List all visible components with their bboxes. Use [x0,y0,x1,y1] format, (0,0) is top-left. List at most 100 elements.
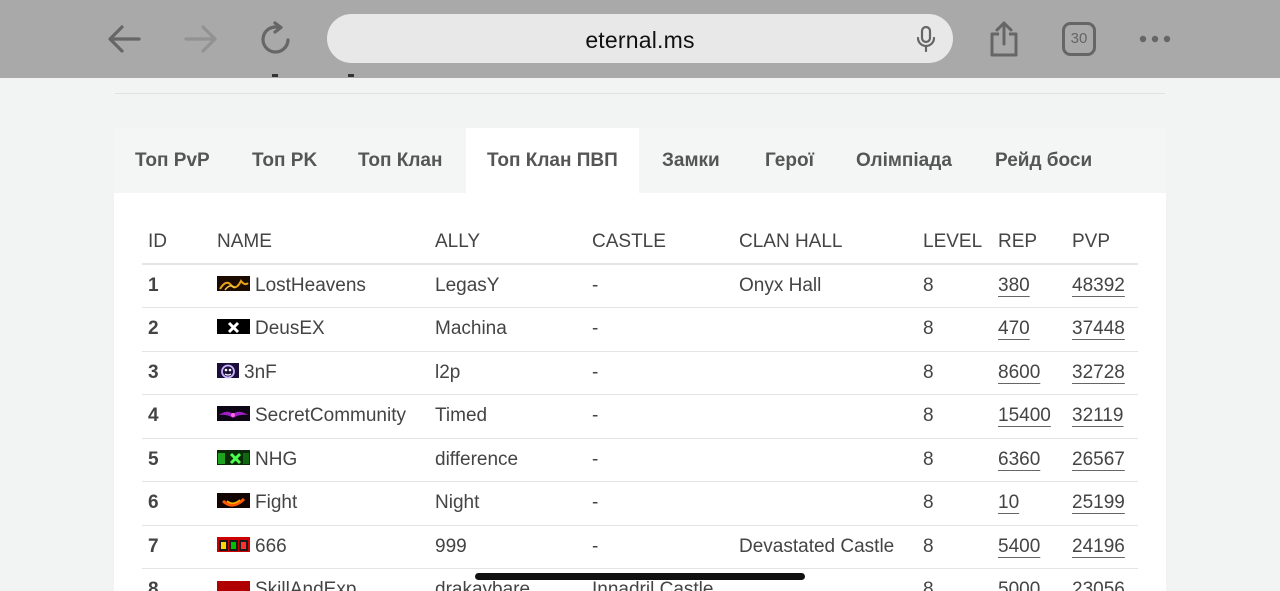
tab-castles[interactable]: Замки [662,128,720,193]
url-text: eternal.ms [585,27,695,53]
microphone-button[interactable] [915,25,937,58]
rep-link[interactable]: 10 [998,492,1019,513]
level-cell: 8 [917,394,992,439]
ally-cell: Night [429,481,586,526]
rep-cell: 8600 [992,351,1066,395]
level-cell: 8 [917,351,992,395]
rep-link[interactable]: 5000 [998,579,1040,591]
tab-heroes[interactable]: Герої [765,128,814,193]
table-row: 1 LostHeavens LegasY - Onyx Hall 8 380 4… [142,264,1138,308]
table-row: 7 666 999 - Devastated Castle 8 5400 241… [142,525,1138,569]
level-cell: 8 [917,525,992,569]
pvp-link[interactable]: 24196 [1072,536,1125,557]
level-cell: 8 [917,568,992,591]
pvp-cell: 32119 [1066,394,1138,439]
table-header-row: ID NAME ALLY CASTLE CLAN HALL LEVEL REP … [142,221,1138,265]
tab-raid-bosses[interactable]: Рейд боси [995,128,1092,193]
back-button[interactable] [103,18,145,60]
clan-name: 666 [255,535,287,557]
red-crest-icon [217,581,250,591]
row-id: 2 [142,307,211,352]
pvp-link[interactable]: 25199 [1072,492,1125,513]
table-row: 2 DeusEX Machina - 8 470 37448 [142,307,1138,352]
pvp-link[interactable]: 32728 [1072,362,1125,383]
ally-cell: Timed [429,394,586,439]
purple-wings-crest-icon [217,406,250,422]
clan-name: SkillAndExp [255,579,357,591]
pvp-cell: 48392 [1066,264,1138,308]
ally-cell: 999 [429,525,586,569]
green-x-crest-icon [217,449,250,465]
table-row: 6 Fight Night - 8 10 25199 [142,481,1138,526]
pvp-cell: 26567 [1066,438,1138,482]
ally-cell: l2p [429,351,586,395]
tab-top-pk[interactable]: Топ PK [252,128,317,193]
clan-hall-cell [733,351,917,395]
col-header-pvp: PVP [1066,221,1138,265]
row-id: 4 [142,394,211,439]
home-indicator [475,573,805,580]
clan-name-cell: 3nF [211,351,429,395]
castle-cell: - [586,394,733,439]
pvp-cell: 24196 [1066,525,1138,569]
pvp-cell: 25199 [1066,481,1138,526]
castle-cell: - [586,481,733,526]
clan-hall-cell: Onyx Hall [733,264,917,308]
tabs-button[interactable]: 30 [1058,18,1100,60]
rep-cell: 380 [992,264,1066,308]
rankings-panel: Топ PvP Топ PK Топ Клан Топ Клан ПВП Зам… [114,128,1166,591]
tab-top-pvp[interactable]: Топ PvP [135,128,210,193]
level-cell: 8 [917,264,992,308]
rep-cell: 6360 [992,438,1066,482]
clan-hall-cell [733,438,917,482]
row-id: 6 [142,481,211,526]
red-666-crest-icon [217,536,250,552]
clan-hall-cell: Devastated Castle [733,525,917,569]
row-id: 8 [142,568,211,591]
clan-hall-cell [733,307,917,352]
col-header-id: ID [142,221,211,265]
more-button[interactable] [1134,18,1176,60]
pvp-link[interactable]: 23056 [1072,579,1125,591]
level-cell: 8 [917,481,992,526]
rep-link[interactable]: 5400 [998,536,1040,557]
table-row: 3 3nF l2p - 8 8600 32728 [142,351,1138,395]
fire-eye-crest-icon [217,493,250,509]
castle-cell: - [586,351,733,395]
clan-pvp-table: ID NAME ALLY CASTLE CLAN HALL LEVEL REP … [142,221,1138,591]
clan-hall-cell [733,394,917,439]
cut-off-heading [348,74,354,77]
rep-link[interactable]: 6360 [998,449,1040,470]
gold-flame-crest-icon [217,276,250,291]
rep-link[interactable]: 15400 [998,405,1051,426]
pvp-cell: 32728 [1066,351,1138,395]
ally-cell: difference [429,438,586,482]
tab-top-clan-pvp[interactable]: Топ Клан ПВП [466,128,639,193]
reload-button[interactable] [255,18,297,60]
tab-top-clan[interactable]: Топ Клан [358,128,442,193]
cut-off-heading [272,74,278,77]
rep-link[interactable]: 470 [998,318,1030,339]
rep-link[interactable]: 8600 [998,362,1040,383]
rep-link[interactable]: 380 [998,275,1030,296]
clan-name: DeusEX [255,318,325,340]
browser-toolbar: eternal.ms 30 [0,0,1280,78]
pvp-link[interactable]: 32119 [1072,405,1123,426]
pvp-link[interactable]: 48392 [1072,275,1125,296]
clan-name-cell: SecretCommunity [211,394,429,439]
col-header-level: LEVEL [917,221,992,265]
pvp-link[interactable]: 37448 [1072,318,1125,339]
clan-name-cell: NHG [211,438,429,482]
tab-olympiad[interactable]: Олімпіада [856,128,952,193]
arrow-right-icon [184,25,217,53]
pvp-link[interactable]: 26567 [1072,449,1125,470]
ranking-tabs: Топ PvP Топ PK Топ Клан Топ Клан ПВП Зам… [114,128,1166,193]
clan-hall-cell [733,481,917,526]
rep-cell: 15400 [992,394,1066,439]
address-bar[interactable]: eternal.ms [327,14,953,63]
table-row: 4 SecretCommunity Timed - 8 15400 32119 [142,394,1138,439]
forward-button[interactable] [180,18,222,60]
share-button[interactable] [983,18,1025,60]
clan-name-cell: SkillAndExp [211,568,429,591]
purple-face-crest-icon [217,362,239,379]
